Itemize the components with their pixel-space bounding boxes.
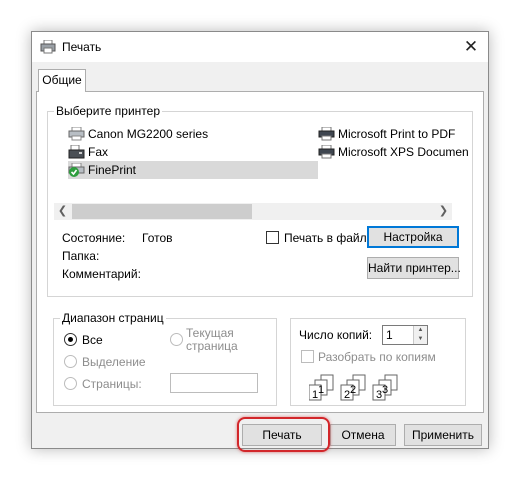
page-range-legend: Диапазон страниц: [60, 311, 166, 325]
status-label: Состояние:: [62, 231, 126, 245]
copies-label: Число копий:: [299, 328, 373, 342]
svg-text:2: 2: [350, 384, 356, 396]
find-printer-button[interactable]: Найти принтер...: [367, 257, 461, 279]
setup-button-label: Настройка: [383, 230, 443, 244]
copies-value: 1: [386, 328, 393, 342]
printer-icon: [318, 127, 335, 141]
range-selection-radio[interactable]: [64, 355, 77, 368]
setup-button[interactable]: Настройка: [367, 226, 459, 248]
status-value: Готов: [142, 231, 173, 245]
window-title: Печать: [62, 40, 102, 54]
collate-pages-icon: 11 22 33: [309, 374, 398, 401]
spin-up-icon[interactable]: ▲: [414, 326, 427, 335]
cancel-button-label: Отмена: [341, 428, 385, 442]
scroll-right-icon[interactable]: ❯: [435, 203, 452, 220]
svg-text:3: 3: [382, 384, 388, 396]
scrollbar-thumb[interactable]: [72, 204, 252, 219]
tab-general[interactable]: Общие: [38, 69, 86, 92]
print-to-file-checkbox[interactable]: [266, 231, 279, 244]
range-current-radio[interactable]: [170, 333, 183, 346]
title-bar: Печать ✕: [32, 32, 488, 62]
printer-item-fineprint[interactable]: FinePrint: [68, 161, 318, 179]
find-printer-button-label: Найти принтер...: [368, 261, 461, 275]
cancel-button[interactable]: Отмена: [330, 424, 396, 446]
range-current-label-line2: страница: [186, 339, 238, 353]
printer-default-icon: [68, 163, 85, 177]
printer-label: Fax: [88, 145, 109, 159]
comment-label: Комментарий:: [62, 267, 141, 281]
fax-icon: [68, 145, 85, 159]
close-button[interactable]: ✕: [458, 35, 484, 59]
printer-list-scrollbar[interactable]: ❮ ❯: [54, 203, 452, 220]
copies-group: Число копий: 1 ▲ ▼ Разобрать по копиям 1…: [290, 318, 466, 406]
printer-icon: [68, 127, 85, 141]
page-range-group: Диапазон страниц Все Текущая страница Вы…: [53, 311, 277, 406]
printer-item-canon[interactable]: Canon MG2200 series: [68, 125, 318, 143]
printer-label: Canon MG2200 series: [88, 127, 209, 141]
range-selection-label: Выделение: [82, 355, 146, 369]
apply-button-label: Применить: [411, 428, 474, 442]
printer-label: Microsoft XPS Documen: [338, 145, 468, 159]
printer-group: Выберите принтер Canon MG2200 series Fax: [47, 104, 473, 297]
range-all-label: Все: [82, 333, 103, 347]
range-pages-radio[interactable]: [64, 377, 77, 390]
printer-item-ms-pdf[interactable]: Microsoft Print to PDF: [318, 125, 468, 143]
print-dialog: Печать ✕ Общие Выберите принтер Canon MG…: [31, 31, 489, 449]
copies-spin-arrows[interactable]: ▲ ▼: [413, 326, 427, 344]
spin-down-icon[interactable]: ▼: [414, 335, 427, 344]
range-current-label-line1: Текущая: [186, 326, 234, 340]
printer-icon: [318, 145, 335, 159]
range-pages-label: Страницы:: [82, 377, 142, 391]
apply-button[interactable]: Применить: [404, 424, 482, 446]
print-button-highlight: [237, 417, 330, 452]
print-to-file-label: Печать в файл: [284, 231, 367, 245]
pages-input[interactable]: [170, 373, 258, 393]
collate-label: Разобрать по копиям: [318, 350, 436, 364]
range-all-radio[interactable]: [64, 333, 77, 346]
tab-panel-general: Выберите принтер Canon MG2200 series Fax: [36, 91, 484, 413]
scroll-left-icon[interactable]: ❮: [54, 203, 71, 220]
svg-text:1: 1: [318, 384, 324, 396]
collate-checkbox[interactable]: [301, 350, 314, 363]
printer-label: Microsoft Print to PDF: [338, 127, 456, 141]
copies-stepper[interactable]: 1 ▲ ▼: [382, 325, 428, 345]
printer-label: FinePrint: [88, 163, 137, 177]
printer-icon: [40, 40, 56, 54]
printer-group-legend: Выберите принтер: [54, 104, 162, 118]
printer-item-ms-xps[interactable]: Microsoft XPS Documen: [318, 143, 468, 161]
folder-label: Папка:: [62, 249, 100, 263]
printer-item-fax[interactable]: Fax: [68, 143, 318, 161]
